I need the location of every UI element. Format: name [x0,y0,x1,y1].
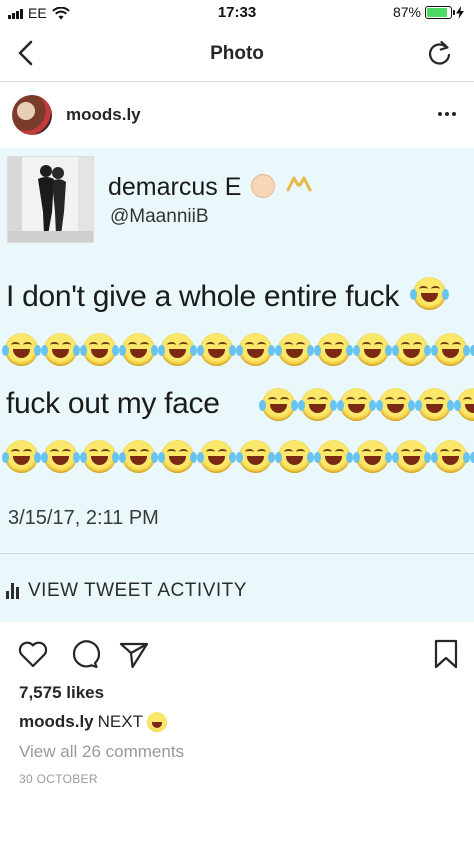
share-icon[interactable] [118,638,150,670]
emoji-row [2,440,474,473]
tears-of-joy-emoji-icon [80,440,119,473]
battery-icon [425,5,455,19]
caption-text: NEXT [97,712,143,731]
emoji-row [259,388,474,421]
tears-of-joy-emoji-icon [392,333,431,366]
tears-of-joy-emoji-icon [119,333,158,366]
more-horizontal-icon[interactable] [438,112,456,116]
tears-of-joy-emoji-icon [119,440,158,473]
tears-of-joy-emoji-icon [197,333,236,366]
tweet-activity: VIEW TWEET ACTIVITY [6,580,247,602]
refresh-icon[interactable] [426,39,454,67]
bookmark-icon[interactable] [430,638,462,670]
tears-of-joy-emoji-icon [392,440,431,473]
tears-of-joy-emoji-icon [236,440,275,473]
heart-icon[interactable] [17,638,49,670]
status-bar: EE 17:33 87% [0,0,474,26]
tears-of-joy-emoji-icon [197,440,236,473]
tears-of-joy-emoji-icon [410,277,450,310]
caption: moods.ly NEXT [19,712,167,732]
battery-percent: 87% [392,4,421,20]
tears-of-joy-emoji-icon [259,388,298,421]
page-title: Photo [210,43,264,64]
tweet-date: 3/15/17, 2:11 PM [8,507,159,529]
tears-of-joy-emoji-icon [376,388,415,421]
tweet-text-line-1: I don't give a whole entire fuck [6,277,450,314]
tears-of-joy-emoji-icon [431,333,470,366]
raised-hands-icon [286,170,312,192]
tears-of-joy-emoji-icon [314,440,353,473]
tears-of-joy-emoji-icon [353,333,392,366]
tweet-divider [0,553,474,554]
tweet-display-name: demarcus E [108,170,312,202]
tears-of-joy-emoji-icon [2,440,41,473]
caption-username[interactable]: moods.ly [19,712,94,732]
battery-level [427,7,447,17]
tears-of-joy-emoji-icon [415,388,454,421]
baby-emoji-icon [251,174,276,198]
post-date: 30 OCTOBER [19,772,98,786]
bar-chart-icon [6,583,19,599]
tweet-activity-label: VIEW TWEET ACTIVITY [28,580,247,601]
tears-of-joy-emoji-icon [353,440,392,473]
tweet-avatar [7,156,94,243]
tears-of-joy-emoji-icon [41,333,80,366]
tears-of-joy-emoji-icon [275,333,314,366]
crying-face-icon [146,712,167,732]
avatar[interactable] [12,95,52,135]
post-username[interactable]: moods.ly [66,105,141,125]
nav-bar: Photo [0,26,474,82]
tears-of-joy-emoji-icon [80,333,119,366]
tears-of-joy-emoji-icon [236,333,275,366]
tears-of-joy-emoji-icon [158,333,197,366]
emoji-row [2,333,474,366]
post-header: moods.ly [0,82,474,148]
tears-of-joy-emoji-icon [431,440,470,473]
tears-of-joy-emoji-icon [314,333,353,366]
tweet-avatar-image [8,157,93,242]
tweet-handle: @MaanniiB [110,206,209,227]
tweet-text-line-2: fuck out my face [6,387,220,420]
status-right: 87% [393,4,464,20]
tears-of-joy-emoji-icon [298,388,337,421]
charging-bolt-icon [456,5,464,19]
tears-of-joy-emoji-icon [337,388,376,421]
comment-icon[interactable] [68,638,100,670]
tears-of-joy-emoji-icon [158,440,197,473]
post-actions [0,622,474,684]
tears-of-joy-emoji-icon [41,440,80,473]
likes-count[interactable]: 7,575 likes [19,683,104,703]
view-comments-link[interactable]: View all 26 comments [19,742,184,762]
post-photo[interactable]: demarcus E @MaanniiB I don't give a whol… [0,148,474,622]
tears-of-joy-emoji-icon [2,333,41,366]
tears-of-joy-emoji-icon [454,388,474,421]
tears-of-joy-emoji-icon [275,440,314,473]
